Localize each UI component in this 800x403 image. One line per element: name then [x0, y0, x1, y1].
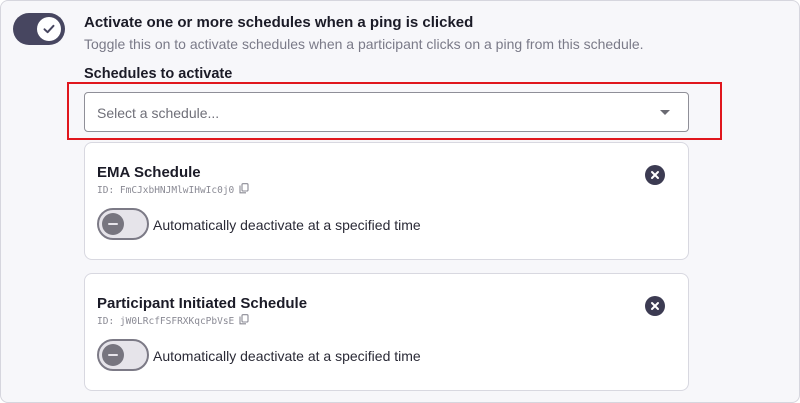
minus-icon	[108, 354, 118, 356]
schedule-id: ID: FmCJxbHNJMlwIHwIc0j0	[97, 183, 249, 197]
schedule-select[interactable]: Select a schedule...	[84, 92, 689, 132]
schedule-id-text: ID: FmCJxbHNJMlwIHwIc0j0	[97, 184, 235, 196]
copy-icon[interactable]	[239, 314, 249, 328]
auto-deactivate-label: Automatically deactivate at a specified …	[153, 348, 421, 364]
close-icon	[651, 302, 659, 310]
schedule-id-text: ID: jW0LRcfFSFRXKqcPbVsE	[97, 315, 235, 327]
schedule-id: ID: jW0LRcfFSFRXKqcPbVsE	[97, 314, 249, 328]
copy-icon[interactable]	[239, 183, 249, 197]
schedule-name: Participant Initiated Schedule	[97, 295, 308, 312]
toggle-knob	[37, 17, 61, 41]
chevron-down-icon	[660, 110, 670, 115]
schedule-activation-panel: Activate one or more schedules when a pi…	[0, 0, 800, 403]
setting-description: Toggle this on to activate schedules whe…	[84, 36, 644, 52]
auto-deactivate-label: Automatically deactivate at a specified …	[153, 217, 421, 233]
setting-title: Activate one or more schedules when a pi…	[84, 14, 474, 31]
schedule-card: EMA Schedule ID: FmCJxbHNJMlwIHwIc0j0 Au…	[84, 142, 689, 260]
schedule-card: Participant Initiated Schedule ID: jW0LR…	[84, 273, 689, 391]
remove-schedule-button[interactable]	[645, 296, 665, 316]
toggle-knob	[102, 213, 124, 235]
activate-schedules-toggle[interactable]	[13, 13, 65, 45]
toggle-knob	[102, 344, 124, 366]
auto-deactivate-toggle[interactable]	[97, 208, 149, 240]
remove-schedule-button[interactable]	[645, 165, 665, 185]
schedules-to-activate-label: Schedules to activate	[84, 66, 233, 82]
check-icon	[43, 24, 55, 34]
schedule-name: EMA Schedule	[97, 164, 201, 181]
select-placeholder: Select a schedule...	[97, 105, 220, 121]
auto-deactivate-toggle[interactable]	[97, 339, 149, 371]
minus-icon	[108, 223, 118, 225]
close-icon	[651, 171, 659, 179]
